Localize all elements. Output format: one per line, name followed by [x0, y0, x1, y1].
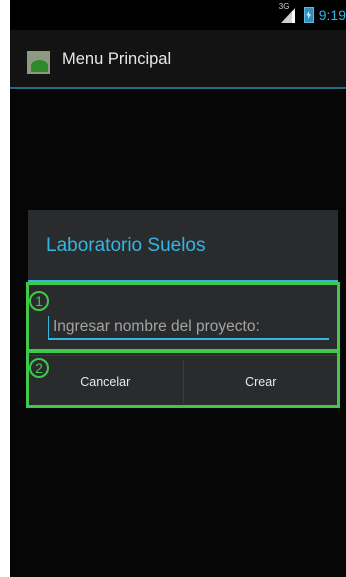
- phone-screen: 3G 9:19 Menu Principal Laboratorio Suelo…: [10, 0, 346, 577]
- signal-icon: 3G: [279, 2, 299, 23]
- annotation-number-1: 1: [29, 291, 49, 311]
- dialog-title: Laboratorio Suelos: [46, 235, 206, 256]
- status-clock: 9:19: [318, 7, 346, 23]
- app-launcher-icon[interactable]: [27, 51, 50, 74]
- annotation-number-2: 2: [29, 358, 49, 378]
- status-icons: 3G 9:19: [279, 2, 346, 24]
- network-type-label: 3G: [278, 2, 290, 11]
- action-bar-title: Menu Principal: [62, 50, 172, 68]
- annotation-box-2: [26, 350, 340, 408]
- action-bar: Menu Principal: [10, 30, 346, 89]
- battery-charging-icon: [303, 7, 314, 23]
- status-bar: 3G 9:19: [10, 0, 346, 30]
- annotation-box-1: [26, 282, 340, 352]
